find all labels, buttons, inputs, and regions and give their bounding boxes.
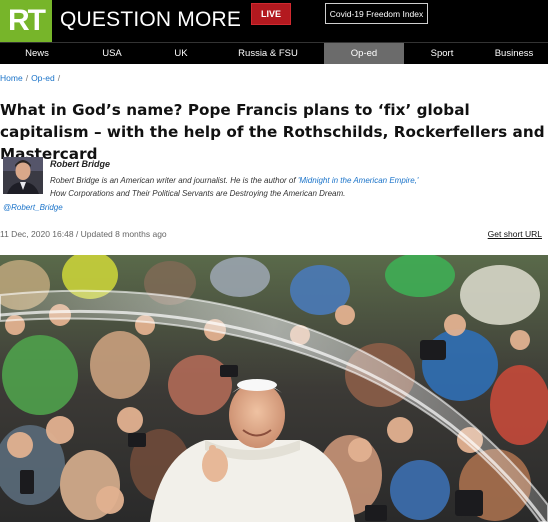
breadcrumb-section[interactable]: Op-ed (31, 73, 55, 83)
author-name[interactable]: Robert Bridge (50, 159, 110, 169)
author-avatar[interactable] (3, 157, 43, 194)
site-header: RT QUESTION MORE LIVE Covid-19 Freedom I… (0, 0, 548, 42)
covid-index-button[interactable]: Covid-19 Freedom Index (325, 3, 428, 24)
author-bio: Robert Bridge is an American writer and … (50, 174, 430, 200)
article-dateline: 11 Dec, 2020 16:48 / Updated 8 months ag… (0, 229, 167, 239)
logo-text: RT (8, 4, 46, 37)
article-lead-photo (0, 255, 548, 522)
nav-item-usa[interactable]: USA (74, 43, 150, 64)
nav-item-uk[interactable]: UK (150, 43, 212, 64)
nav-item-op-ed[interactable]: Op-ed (324, 43, 404, 64)
rt-logo[interactable]: RT (0, 0, 52, 42)
author-book-link[interactable]: 'Midnight in the American Empire,' (298, 176, 419, 185)
article-title: What in God’s name? Pope Francis plans t… (0, 101, 545, 163)
nav-item-news[interactable]: News (0, 43, 74, 64)
nav-item-russia-fsu[interactable]: Russia & FSU (212, 43, 324, 64)
breadcrumb: Home / Op-ed / (0, 73, 63, 83)
live-button[interactable]: LIVE (251, 3, 291, 25)
breadcrumb-separator: / (57, 73, 61, 83)
author-bio-text: Robert Bridge is an American writer and … (50, 176, 298, 185)
get-short-url-link[interactable]: Get short URL (488, 229, 542, 239)
breadcrumb-separator: / (25, 73, 29, 83)
main-nav: News USA UK Russia & FSU Op-ed Sport Bus… (0, 42, 548, 64)
breadcrumb-home[interactable]: Home (0, 73, 23, 83)
nav-item-sport[interactable]: Sport (404, 43, 480, 64)
nav-item-business[interactable]: Business (480, 43, 548, 64)
author-twitter-handle[interactable]: @Robert_Bridge (3, 203, 63, 212)
site-tagline: QUESTION MORE (60, 8, 242, 31)
author-bio-text-end: How Corporations and Their Political Ser… (50, 189, 346, 198)
